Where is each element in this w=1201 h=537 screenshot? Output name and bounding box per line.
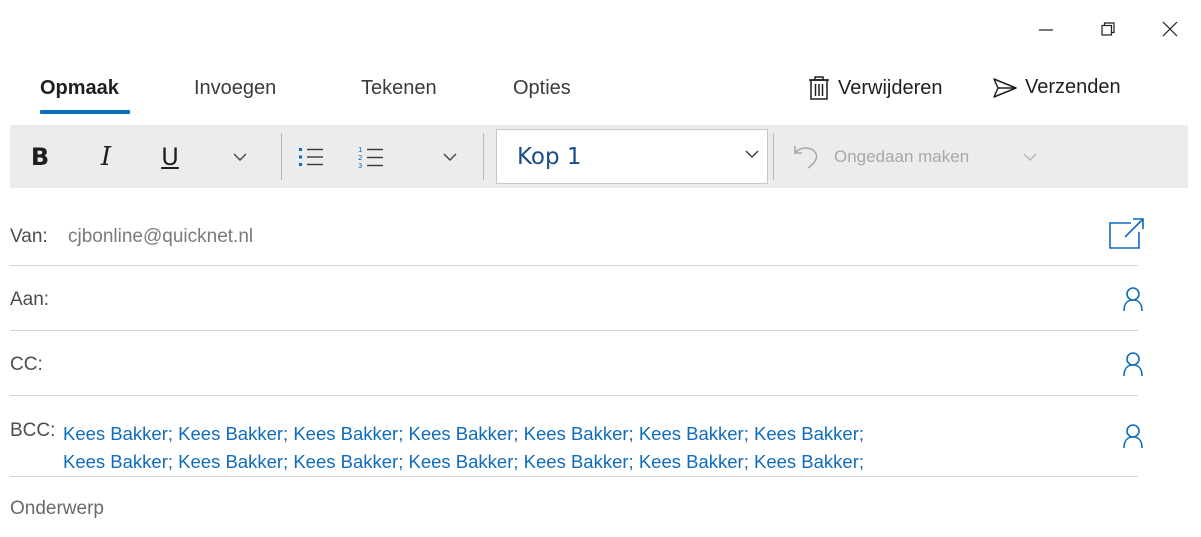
active-tab-indicator [40,110,130,114]
svg-text:2: 2 [358,154,362,162]
send-label: Verzenden [1025,76,1121,98]
toolbar-divider [483,133,484,180]
numbered-list-icon: 1 2 3 [358,146,383,169]
tab-tekenen[interactable]: Tekenen [361,77,437,100]
ribbon-tabs: Opmaak Invoegen Tekenen Opties Verwijder… [0,70,1201,120]
bullet-list-icon [299,147,323,166]
subject-input[interactable]: Onderwerp [10,498,104,520]
toolbar-divider [281,133,282,180]
undo-label: Ongedaan maken [834,146,970,166]
list-options-dropdown[interactable] [438,125,462,188]
to-label: Aan: [10,289,50,310]
restore-button[interactable] [1077,0,1139,58]
from-label: Van: [10,226,48,247]
send-button[interactable]: Verzenden [993,76,1121,99]
cc-row[interactable]: CC: [10,331,1143,396]
italic-button[interactable]: I [92,125,120,188]
font-options-dropdown[interactable] [228,125,252,188]
close-icon [1162,21,1178,37]
from-value[interactable]: cjbonline@quicknet.nl [68,226,253,248]
bcc-label: BCC: [10,420,56,441]
close-button[interactable] [1139,0,1201,58]
delete-button[interactable]: Verwijderen [808,76,943,100]
formatting-toolbar: B I U 1 2 3 Kop 1 Ongedaan maken [10,125,1188,188]
svg-text:3: 3 [358,162,362,169]
person-icon[interactable] [1122,423,1144,449]
bullet-list-button[interactable] [296,125,326,188]
undo-icon [794,145,818,169]
undo-button[interactable]: Ongedaan maken [792,125,1051,188]
chevron-down-icon [745,150,759,158]
bcc-recipients-line[interactable]: Kees Bakker; Kees Bakker; Kees Bakker; K… [63,420,1023,448]
toolbar-divider [773,133,774,180]
window-controls [1015,0,1201,58]
bcc-recipients[interactable]: Kees Bakker; Kees Bakker; Kees Bakker; K… [63,420,1023,476]
tab-invoegen[interactable]: Invoegen [194,77,276,100]
paragraph-style-select[interactable]: Kop 1 [496,129,768,184]
chevron-down-icon [443,152,457,161]
chevron-down-icon [233,152,247,161]
tab-opties[interactable]: Opties [513,77,571,100]
style-value: Kop 1 [517,144,582,170]
person-icon[interactable] [1122,286,1144,312]
from-row: Van: cjbonline@quicknet.nl [10,200,1144,266]
svg-text:1: 1 [358,146,362,154]
underline-button[interactable]: U [156,125,184,188]
person-icon[interactable] [1122,351,1144,377]
send-icon [993,77,1017,98]
trash-icon [809,76,829,100]
delete-label: Verwijderen [838,76,943,99]
pop-out-icon[interactable] [1109,217,1145,249]
cc-label: CC: [10,354,43,375]
tab-opmaak[interactable]: Opmaak [40,77,119,100]
minimize-button[interactable] [1015,0,1077,58]
chevron-down-icon [1023,152,1037,161]
bold-button[interactable]: B [26,125,54,188]
numbered-list-button[interactable]: 1 2 3 [356,125,386,188]
minimize-icon [1039,29,1053,31]
restore-icon [1101,22,1115,36]
bcc-recipients-line[interactable]: Kees Bakker; Kees Bakker; Kees Bakker; K… [63,448,1023,476]
to-row[interactable]: Aan: [10,266,1143,331]
